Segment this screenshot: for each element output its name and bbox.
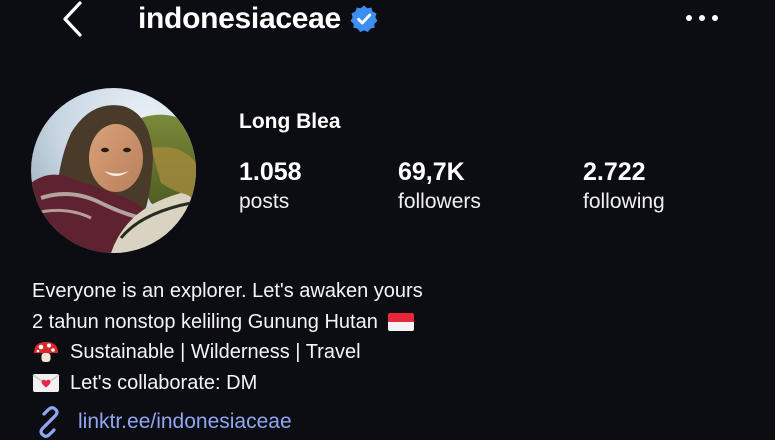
profile-display-name: Long Blea (239, 110, 341, 133)
profile-bio: Everyone is an explorer. Let's awaken yo… (32, 276, 752, 398)
more-horizontal-icon (686, 15, 718, 21)
bio-line-1: Everyone is an explorer. Let's awaken yo… (32, 276, 752, 307)
bio-text-1: Everyone is an explorer. Let's awaken yo… (32, 280, 423, 302)
verified-badge-icon (350, 5, 378, 32)
followers-label: followers (398, 190, 481, 213)
username-group: indonesiaceae (138, 0, 379, 38)
bio-text-3: Sustainable | Wilderness | Travel (70, 341, 361, 363)
posts-count: 1.058 (239, 158, 302, 186)
profile-avatar[interactable] (31, 88, 196, 253)
profile-link[interactable]: linktr.ee/indonesiaceae (32, 405, 292, 439)
profile-username: indonesiaceae (138, 2, 341, 35)
following-label: following (583, 190, 665, 213)
stat-following[interactable]: 2.722 following (583, 157, 665, 216)
following-count: 2.722 (583, 158, 646, 186)
indonesia-flag-icon (387, 312, 414, 331)
link-url[interactable]: linktr.ee/indonesiaceae (78, 410, 292, 434)
stat-posts[interactable]: 1.058 posts (239, 157, 302, 216)
bio-line-4: Let's collaborate: DM (32, 368, 752, 399)
back-button[interactable] (58, 0, 88, 40)
bio-text-2: 2 tahun nonstop keliling Gunung Hutan (32, 310, 378, 333)
profile-photo (31, 88, 196, 253)
mushroom-icon (34, 342, 58, 363)
more-options-button[interactable] (684, 8, 720, 28)
love-letter-icon (32, 373, 60, 392)
stat-followers[interactable]: 69,7K followers (398, 157, 481, 216)
bio-line-2: 2 tahun nonstop keliling Gunung Hutan (32, 307, 752, 338)
link-icon (39, 406, 59, 438)
followers-count: 69,7K (398, 158, 465, 186)
posts-label: posts (239, 190, 290, 213)
profile-header: indonesiaceae (0, 0, 775, 40)
chevron-left-icon (63, 1, 82, 37)
bio-text-4: Let's collaborate: DM (70, 371, 258, 394)
bio-line-3: Sustainable | Wilderness | Travel (32, 337, 752, 368)
